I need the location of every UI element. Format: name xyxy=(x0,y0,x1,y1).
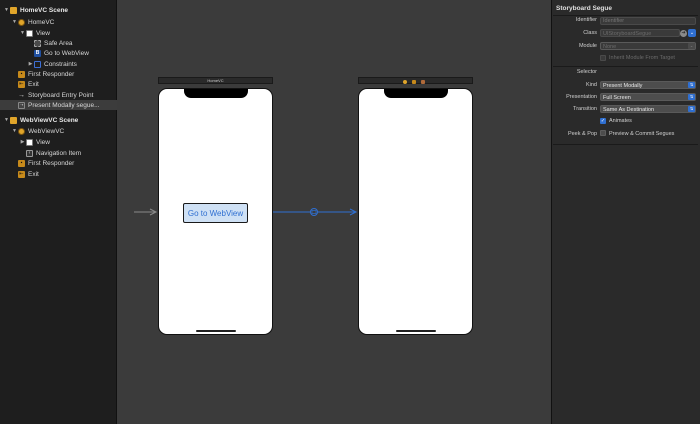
kind-value: Present Modally xyxy=(603,83,643,89)
outline-item[interactable]: Safe Area xyxy=(0,38,117,48)
document-outline[interactable]: ▼ HomeVC Scene ▼ HomeVC ▼ View Safe Area B Go to… xyxy=(0,0,117,424)
class-dropdown-icon[interactable]: ⌄ xyxy=(688,29,696,37)
inherit-module-checkbox[interactable] xyxy=(600,55,606,61)
inspector-divider xyxy=(553,144,698,145)
transition-label: Transition xyxy=(573,106,597,112)
outline-item-label: Safe Area xyxy=(44,39,73,47)
outline-item[interactable]: ▼ WebViewVC xyxy=(0,126,117,136)
constraints-icon xyxy=(34,60,41,68)
inspector-divider xyxy=(553,66,698,67)
outline-item[interactable]: ▪ First Responder xyxy=(0,69,117,79)
present-modally-segue-arrow[interactable] xyxy=(273,208,358,216)
class-arrow-icon[interactable]: ➜ xyxy=(680,30,687,37)
inspector-divider xyxy=(553,15,698,16)
disclosure-open-icon[interactable]: ▼ xyxy=(11,19,18,25)
disclosure-open-icon[interactable]: ▼ xyxy=(3,117,10,123)
outline-item[interactable]: ▶ View xyxy=(0,137,117,147)
class-label: Class xyxy=(583,30,597,36)
exit-icon: ⇤ xyxy=(18,170,25,178)
disclosure-closed-icon[interactable]: ▶ xyxy=(27,61,34,67)
outline-item-label: Present Modally segue... xyxy=(28,101,100,109)
navigation-item-icon: ‹ xyxy=(26,149,33,157)
disclosure-closed-icon[interactable]: ▶ xyxy=(19,139,26,145)
outline-item-label: First Responder xyxy=(28,70,75,78)
outline-item[interactable]: ⇤ Exit xyxy=(0,79,117,89)
outline-item-label: View xyxy=(36,138,50,146)
segue-icon[interactable] xyxy=(310,208,318,216)
exit-icon: ⇤ xyxy=(18,80,25,88)
entry-point-arrow[interactable] xyxy=(134,208,158,216)
presentation-label: Presentation xyxy=(566,94,597,100)
outline-item-label: HomeVC xyxy=(28,18,55,26)
outline-item[interactable]: ‹ Navigation Item xyxy=(0,148,117,158)
outline-item[interactable]: ▶ Constraints xyxy=(0,59,117,69)
outline-item-label: WebViewVC Scene xyxy=(20,116,79,124)
outline-item[interactable]: ⇢ Present Modally segue... xyxy=(0,100,117,110)
outline-item[interactable]: ▼ View xyxy=(0,28,117,38)
outline-item-label: View xyxy=(36,29,50,37)
inherit-module-label: Inherit Module From Target xyxy=(609,55,675,61)
transition-value: Same As Destination xyxy=(603,107,655,113)
first-responder-icon: ▪ xyxy=(18,70,25,78)
identifier-label: Identifier xyxy=(575,17,597,23)
outline-item-label: Constraints xyxy=(44,60,77,68)
outline-item-label: Storyboard Entry Point xyxy=(28,91,94,99)
viewcontroller-icon xyxy=(18,127,25,135)
storyboard-canvas[interactable]: HomeVC Go to WebView xyxy=(117,0,551,424)
animates-label: Animates xyxy=(609,118,632,124)
inspector-title: Storyboard Segue xyxy=(556,5,612,12)
view-icon xyxy=(26,138,33,146)
presentation-value: Full Screen xyxy=(603,95,631,101)
scene-icon xyxy=(10,6,17,14)
transition-popup[interactable]: Same As Destination ⇅ xyxy=(600,105,696,113)
module-value: None xyxy=(603,44,617,50)
class-field[interactable]: UIStoryboardSegue xyxy=(600,29,680,37)
kind-label: Kind xyxy=(585,82,597,88)
peek-pop-label: Peek & Pop xyxy=(567,131,597,137)
outline-item[interactable]: ▼ HomeVC xyxy=(0,17,117,27)
outline-item[interactable]: ▪ First Responder xyxy=(0,158,117,168)
outline-item-label: HomeVC Scene xyxy=(20,6,69,14)
first-responder-icon: ▪ xyxy=(18,159,25,167)
view-icon xyxy=(26,29,33,37)
outline-item-label: Navigation Item xyxy=(36,149,82,157)
disclosure-open-icon[interactable]: ▼ xyxy=(11,128,18,134)
outline-item[interactable]: → Storyboard Entry Point xyxy=(0,90,117,100)
entry-point-icon: → xyxy=(18,91,25,99)
segue-icon: ⇢ xyxy=(18,101,25,109)
module-popup[interactable]: None ⌄ xyxy=(600,42,696,50)
button-icon: B xyxy=(34,49,41,57)
presentation-popup[interactable]: Full Screen ⇅ xyxy=(600,93,696,101)
peek-pop-checkbox[interactable] xyxy=(600,130,606,136)
class-placeholder: UIStoryboardSegue xyxy=(603,31,652,37)
canvas-connections xyxy=(134,208,358,216)
outline-item[interactable]: ⇤ Exit xyxy=(0,169,117,179)
kind-updown-icon: ⇅ xyxy=(688,82,695,88)
animates-checkbox[interactable]: ✓ xyxy=(600,118,606,124)
selector-label: Selector xyxy=(576,69,597,75)
outline-item-label: Exit xyxy=(28,170,39,178)
outline-item-label: Go to WebView xyxy=(44,49,89,57)
transition-updown-icon: ⇅ xyxy=(688,106,695,112)
presentation-updown-icon: ⇅ xyxy=(688,94,695,100)
outline-item-label: First Responder xyxy=(28,159,75,167)
outline-item[interactable]: ▼ HomeVC Scene xyxy=(0,5,117,15)
kind-popup[interactable]: Present Modally ⇅ xyxy=(600,81,696,89)
outline-item[interactable]: B Go to WebView xyxy=(0,48,117,58)
disclosure-open-icon[interactable]: ▼ xyxy=(3,7,10,13)
attributes-inspector: Storyboard Segue xyxy=(551,0,700,424)
module-label: Module xyxy=(578,43,597,49)
safe-area-icon xyxy=(34,39,41,47)
outline-item[interactable]: ▼ WebViewVC Scene xyxy=(0,115,117,125)
scene-icon xyxy=(10,116,17,124)
outline-item-label: WebViewVC xyxy=(28,127,65,135)
module-chevron-icon: ⌄ xyxy=(688,43,695,49)
disclosure-open-icon[interactable]: ▼ xyxy=(19,30,26,36)
outline-item-label: Exit xyxy=(28,80,39,88)
viewcontroller-icon xyxy=(18,18,25,26)
identifier-field[interactable] xyxy=(600,17,696,25)
peek-pop-option-label: Preview & Commit Segues xyxy=(609,131,675,137)
